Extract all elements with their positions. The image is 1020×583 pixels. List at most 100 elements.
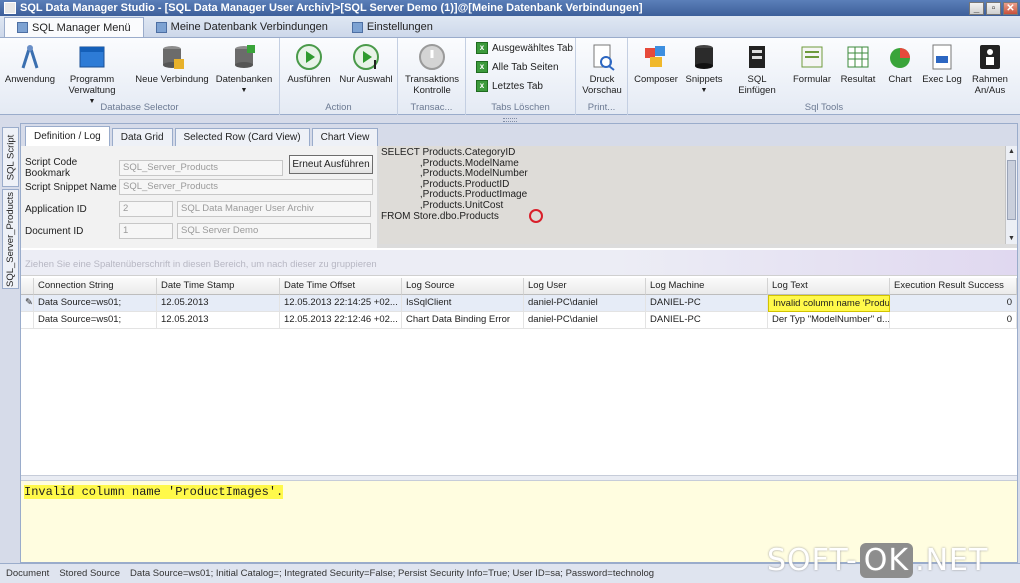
tab-chart-view[interactable]: Chart View bbox=[311, 128, 379, 146]
play-selection-icon bbox=[353, 44, 379, 70]
col-date-time-offset[interactable]: Date Time Offset bbox=[280, 278, 402, 295]
cell-log-user[interactable]: daniel-PC\daniel bbox=[524, 295, 646, 312]
cell-date-time-stamp[interactable]: 12.05.2013 bbox=[157, 312, 280, 329]
cell-log-text[interactable]: Invalid column name 'Product bbox=[768, 295, 890, 312]
grid-header: Connection String Date Time Stamp Date T… bbox=[21, 278, 1017, 295]
settings-icon bbox=[351, 21, 363, 33]
col-log-source[interactable]: Log Source bbox=[402, 278, 524, 295]
tab-einstellungen[interactable]: Einstellungen bbox=[340, 17, 445, 37]
cell-date-time-stamp[interactable]: 12.05.2013 bbox=[157, 295, 280, 312]
document-id-label: Document ID bbox=[25, 225, 84, 237]
window-title: SQL Data Manager Studio - [SQL Data Mana… bbox=[20, 2, 643, 14]
side-tab-sql-script[interactable]: SQL Script bbox=[2, 127, 19, 187]
menu-icon bbox=[17, 22, 28, 33]
cell-connection-string[interactable]: Data Source=ws01; bbox=[34, 312, 157, 329]
chart-button[interactable]: Chart bbox=[882, 42, 918, 85]
formular-button[interactable]: Formular bbox=[792, 42, 832, 85]
snippets-icon bbox=[695, 45, 713, 69]
resultat-button[interactable]: Resultat bbox=[838, 42, 878, 85]
table-row[interactable]: ✎ Data Source=ws01; 12.05.2013 12.05.201… bbox=[21, 295, 1017, 312]
col-execution-result-success[interactable]: Execution Result Success bbox=[890, 278, 1017, 295]
erneut-ausfuehren-button[interactable]: Erneut Ausführen bbox=[289, 155, 373, 174]
datenbanken-button[interactable]: Datenbanken ▼ bbox=[212, 42, 276, 96]
cell-execution-result[interactable]: 0 bbox=[890, 295, 1017, 312]
definition-panel: Script Code Bookmark SQL_Server_Products… bbox=[21, 146, 1017, 248]
programm-verwaltung-button[interactable]: Programm Verwaltung ▼ bbox=[62, 42, 122, 107]
script-bookmark-field[interactable]: SQL_Server_Products bbox=[119, 160, 283, 176]
group-by-area[interactable]: Ziehen Sie eine Spaltenüberschrift in di… bbox=[21, 250, 1017, 276]
snippets-button[interactable]: Snippets ▼ bbox=[682, 42, 726, 96]
ribbon-splitter[interactable] bbox=[0, 115, 1020, 123]
status-connection-string: Data Source=ws01; Initial Catalog=; Inte… bbox=[130, 568, 655, 579]
col-log-text[interactable]: Log Text bbox=[768, 278, 890, 295]
cell-date-time-offset[interactable]: 12.05.2013 22:14:25 +02... bbox=[280, 295, 402, 312]
row-indicator-header bbox=[21, 278, 34, 295]
neue-verbindung-button[interactable]: Neue Verbindung bbox=[134, 42, 210, 85]
watermark-right: .NET bbox=[915, 542, 989, 578]
dropdown-caret-icon: ▼ bbox=[240, 87, 248, 94]
close-last-tab-icon: x bbox=[476, 80, 488, 92]
sql-editor-scrollbar[interactable]: ▲ ▼ bbox=[1005, 146, 1017, 244]
play-icon bbox=[296, 44, 322, 70]
tab-sql-manager-menu[interactable]: SQL Manager Menü bbox=[4, 17, 144, 37]
application-name-field[interactable]: SQL Data Manager User Archiv bbox=[177, 201, 371, 217]
cell-log-source[interactable]: IsSqlClient bbox=[402, 295, 524, 312]
scroll-up-icon[interactable]: ▲ bbox=[1006, 146, 1017, 157]
cell-log-source[interactable]: Chart Data Binding Error bbox=[402, 312, 524, 329]
col-log-user[interactable]: Log User bbox=[524, 278, 646, 295]
document-id-row: Document ID 1 SQL Server Demo bbox=[25, 223, 371, 239]
script-properties-form: Script Code Bookmark SQL_Server_Products… bbox=[21, 146, 377, 248]
group-label: Tabs Löschen bbox=[491, 102, 550, 113]
restore-button[interactable]: ▫ bbox=[986, 1, 1001, 15]
scroll-down-icon[interactable]: ▼ bbox=[1006, 233, 1017, 244]
group-transac: Transaktions Kontrolle Transac... bbox=[398, 38, 466, 115]
ausgewaehltes-tab-button[interactable]: x Ausgewähltes Tab bbox=[476, 42, 573, 54]
druck-vorschau-button[interactable]: Druck Vorschau bbox=[578, 42, 626, 96]
rahmen-an-aus-button[interactable]: Rahmen An/Aus bbox=[966, 42, 1014, 96]
application-id-field[interactable]: 2 bbox=[119, 201, 173, 217]
exec-log-button[interactable]: Exec Log bbox=[922, 42, 962, 85]
cell-log-machine[interactable]: DANIEL-PC bbox=[646, 295, 768, 312]
tab-definition-log[interactable]: Definition / Log bbox=[25, 126, 110, 146]
result-grid-icon bbox=[847, 46, 869, 68]
cell-connection-string[interactable]: Data Source=ws01; bbox=[34, 295, 157, 312]
cell-execution-result[interactable]: 0 bbox=[890, 312, 1017, 329]
letztes-tab-button[interactable]: x Letztes Tab bbox=[476, 80, 543, 92]
alle-tab-seiten-button[interactable]: x Alle Tab Seiten bbox=[476, 61, 559, 73]
database-plus-icon bbox=[163, 46, 184, 69]
document-name-field[interactable]: SQL Server Demo bbox=[177, 223, 371, 239]
col-date-time-stamp[interactable]: Date Time Stamp bbox=[157, 278, 280, 295]
col-log-machine[interactable]: Log Machine bbox=[646, 278, 768, 295]
tab-data-grid[interactable]: Data Grid bbox=[111, 128, 173, 146]
group-tabs-loeschen: x Ausgewähltes Tab x Alle Tab Seiten x Letz… bbox=[466, 38, 576, 115]
cell-log-machine[interactable]: DANIEL-PC bbox=[646, 312, 768, 329]
script-snippet-field[interactable]: SQL_Server_Products bbox=[119, 179, 373, 195]
transaktions-kontrolle-button[interactable]: Transaktions Kontrolle bbox=[402, 42, 462, 96]
cell-date-time-offset[interactable]: 12.05.2013 22:12:46 +02... bbox=[280, 312, 402, 329]
document-tab-bar: Definition / Log Data Grid Selected Row … bbox=[21, 124, 1017, 146]
sql-einfuegen-button[interactable]: SQL Einfügen bbox=[728, 42, 786, 96]
composer-button[interactable]: Composer bbox=[632, 42, 680, 85]
script-snippet-row: Script Snippet Name SQL_Server_Products bbox=[25, 179, 373, 195]
cell-log-user[interactable]: daniel-PC\daniel bbox=[524, 312, 646, 329]
sql-editor[interactable]: SELECT Products.CategoryID ,Products.Mod… bbox=[379, 146, 1005, 244]
print-preview-icon bbox=[593, 44, 615, 71]
group-label: Database Selector bbox=[100, 102, 179, 113]
sql-insert-icon bbox=[749, 46, 765, 68]
close-button[interactable]: ✕ bbox=[1003, 1, 1018, 15]
side-tab-sql-server-products[interactable]: SQL_Server_Products bbox=[2, 189, 19, 289]
scrollbar-thumb[interactable] bbox=[1007, 160, 1016, 220]
row-indicator bbox=[21, 312, 34, 329]
ausfuehren-button[interactable]: Ausführen bbox=[284, 42, 334, 85]
anwendung-button[interactable]: Anwendung bbox=[4, 42, 56, 85]
table-row[interactable]: Data Source=ws01; 12.05.2013 12.05.2013 … bbox=[21, 312, 1017, 329]
tab-meine-datenbank-verbindungen[interactable]: Meine Datenbank Verbindungen bbox=[144, 17, 340, 37]
tab-selected-row-card-view[interactable]: Selected Row (Card View) bbox=[174, 128, 310, 146]
col-connection-string[interactable]: Connection String bbox=[34, 278, 157, 295]
minimize-button[interactable]: _ bbox=[969, 1, 984, 15]
document-id-field[interactable]: 1 bbox=[119, 223, 173, 239]
nur-auswahl-button[interactable]: Nur Auswahl bbox=[338, 42, 394, 85]
cell-log-text[interactable]: Der Typ "ModelNumber" d... bbox=[768, 312, 890, 329]
form-icon bbox=[801, 46, 823, 68]
group-action: Ausführen Nur Auswahl Action bbox=[280, 38, 398, 115]
